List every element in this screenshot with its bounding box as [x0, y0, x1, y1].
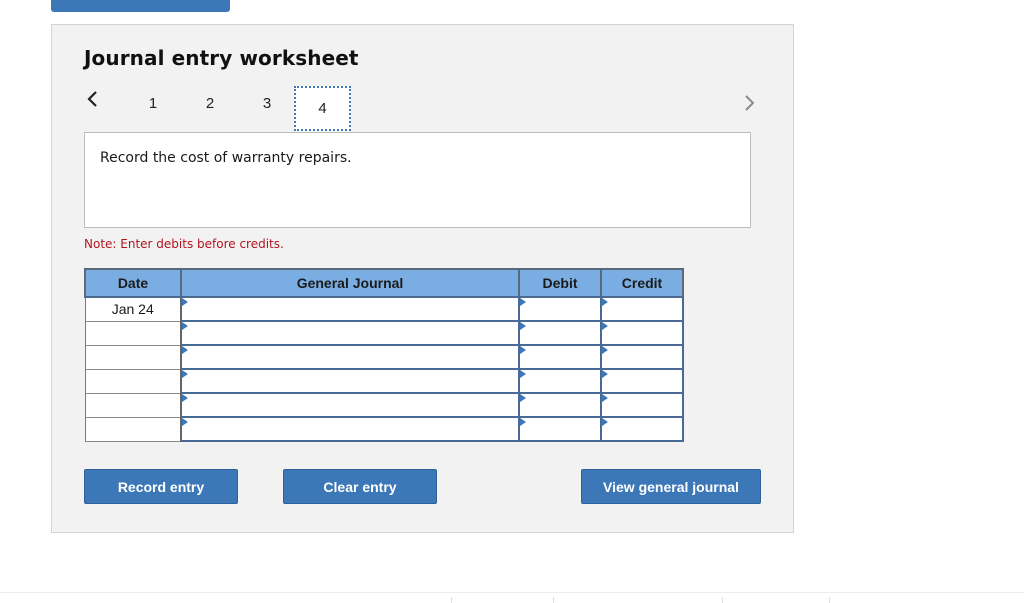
journal-row: Jan 24 — [84, 296, 684, 322]
chevron-right-icon — [745, 95, 755, 111]
journal-row — [84, 368, 684, 394]
journal-table: Date General Journal Debit Credit Jan 24 — [84, 268, 684, 442]
debit-input[interactable] — [518, 320, 602, 346]
debit-input[interactable] — [518, 392, 602, 418]
date-cell: Jan 24 — [84, 296, 182, 322]
debit-credit-note: Note: Enter debits before credits. — [84, 237, 284, 251]
account-input[interactable] — [180, 368, 520, 394]
footer-tick — [451, 597, 452, 603]
account-input[interactable] — [180, 416, 520, 442]
tab-4-active[interactable]: 4 — [294, 86, 351, 131]
footer-tick — [722, 597, 723, 603]
date-cell — [84, 416, 182, 442]
footer-tick — [829, 597, 830, 603]
debit-input[interactable] — [518, 296, 602, 322]
worksheet-title: Journal entry worksheet — [84, 46, 359, 70]
date-cell — [84, 320, 182, 346]
column-header-date: Date — [84, 268, 182, 298]
credit-input[interactable] — [600, 368, 684, 394]
debit-input[interactable] — [518, 344, 602, 370]
date-cell — [84, 344, 182, 370]
journal-entry-worksheet-panel: Journal entry worksheet 1 2 3 4 Record t… — [51, 24, 794, 533]
account-input[interactable] — [180, 344, 520, 370]
record-entry-button[interactable]: Record entry — [84, 469, 238, 504]
view-general-journal-button[interactable]: View general journal — [581, 469, 761, 504]
journal-row — [84, 344, 684, 370]
journal-row — [84, 392, 684, 418]
next-button[interactable] — [742, 93, 758, 115]
instruction-text: Record the cost of warranty repairs. — [100, 150, 352, 166]
debit-input[interactable] — [518, 368, 602, 394]
column-header-credit: Credit — [600, 268, 684, 298]
journal-row — [84, 416, 684, 442]
footer-divider — [0, 592, 1024, 593]
credit-input[interactable] — [600, 320, 684, 346]
instruction-box: Record the cost of warranty repairs. — [84, 132, 751, 228]
date-cell — [84, 392, 182, 418]
credit-input[interactable] — [600, 296, 684, 322]
credit-input[interactable] — [600, 344, 684, 370]
previous-button[interactable] — [85, 89, 101, 111]
credit-input[interactable] — [600, 392, 684, 418]
footer-tick — [553, 597, 554, 603]
account-input[interactable] — [180, 320, 520, 346]
journal-row — [84, 320, 684, 346]
credit-input[interactable] — [600, 416, 684, 442]
chevron-left-icon — [87, 91, 97, 107]
tab-3[interactable]: 3 — [255, 93, 279, 115]
top-banner-button[interactable] — [51, 0, 230, 12]
column-header-debit: Debit — [518, 268, 602, 298]
tab-2[interactable]: 2 — [198, 93, 222, 115]
tab-1[interactable]: 1 — [141, 93, 165, 115]
clear-entry-button[interactable]: Clear entry — [283, 469, 437, 504]
account-input[interactable] — [180, 296, 520, 322]
column-header-general-journal: General Journal — [180, 268, 520, 298]
date-cell — [84, 368, 182, 394]
debit-input[interactable] — [518, 416, 602, 442]
journal-header-row: Date General Journal Debit Credit — [84, 268, 684, 298]
account-input[interactable] — [180, 392, 520, 418]
